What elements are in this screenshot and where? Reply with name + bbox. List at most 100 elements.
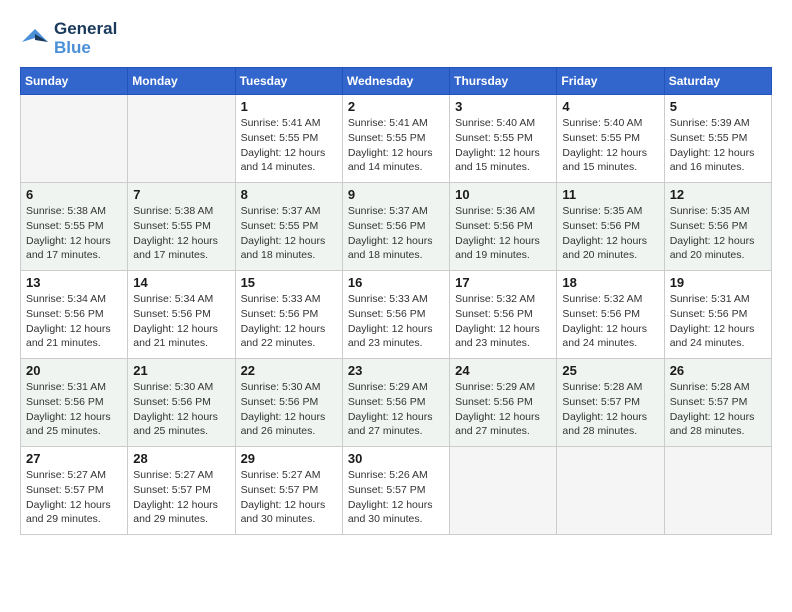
day-info: Sunrise: 5:38 AMSunset: 5:55 PMDaylight:… [26, 204, 122, 263]
day-number: 21 [133, 363, 229, 378]
day-number: 1 [241, 99, 337, 114]
column-header-saturday: Saturday [664, 68, 771, 95]
day-number: 18 [562, 275, 658, 290]
calendar-day-cell: 14Sunrise: 5:34 AMSunset: 5:56 PMDayligh… [128, 271, 235, 359]
calendar-day-cell: 30 Sunrise: 5:26 AMSunset: 5:57 PMDayligh… [342, 447, 449, 535]
logo-icon [20, 24, 50, 54]
day-number: 19 [670, 275, 766, 290]
calendar-week-row: 1 Sunrise: 5:41 AMSunset: 5:55 PMDaylight… [21, 95, 772, 183]
day-number: 29 [241, 451, 337, 466]
day-info: Sunrise: 5:35 AMSunset: 5:56 PMDaylight:… [562, 204, 658, 263]
calendar-day-cell: 23 Sunrise: 5:29 AMSunset: 5:56 PMDayligh… [342, 359, 449, 447]
calendar-day-cell: 10 Sunrise: 5:36 AMSunset: 5:56 PMDayligh… [450, 183, 557, 271]
day-info: Sunrise: 5:29 AMSunset: 5:56 PMDaylight:… [455, 380, 551, 439]
day-number: 22 [241, 363, 337, 378]
day-info: Sunrise: 5:33 AMSunset: 5:56 PMDaylight:… [348, 292, 444, 351]
column-header-friday: Friday [557, 68, 664, 95]
calendar-day-cell: 9 Sunrise: 5:37 AMSunset: 5:56 PMDaylight… [342, 183, 449, 271]
calendar-day-cell: 15 Sunrise: 5:33 AMSunset: 5:56 PMDayligh… [235, 271, 342, 359]
calendar-week-row: 13 Sunrise: 5:34 AMSunset: 5:56 PMDayligh… [21, 271, 772, 359]
day-number: 15 [241, 275, 337, 290]
page-header: General Blue [20, 20, 772, 57]
calendar-day-cell: 16Sunrise: 5:33 AMSunset: 5:56 PMDayligh… [342, 271, 449, 359]
day-number: 11 [562, 187, 658, 202]
calendar-day-cell: 21 Sunrise: 5:30 AMSunset: 5:56 PMDayligh… [128, 359, 235, 447]
day-info: Sunrise: 5:35 AMSunset: 5:56 PMDaylight:… [670, 204, 766, 263]
day-number: 30 [348, 451, 444, 466]
logo: General Blue [20, 20, 117, 57]
day-number: 28 [133, 451, 229, 466]
calendar-day-cell: 4 Sunrise: 5:40 AMSunset: 5:55 PMDaylight… [557, 95, 664, 183]
calendar-day-cell: 22 Sunrise: 5:30 AMSunset: 5:56 PMDayligh… [235, 359, 342, 447]
day-info: Sunrise: 5:40 AMSunset: 5:55 PMDaylight:… [455, 116, 551, 175]
day-info: Sunrise: 5:37 AMSunset: 5:56 PMDaylight:… [348, 204, 444, 263]
column-header-sunday: Sunday [21, 68, 128, 95]
day-info: Sunrise: 5:41 AMSunset: 5:55 PMDaylight:… [348, 116, 444, 175]
calendar-week-row: 20 Sunrise: 5:31 AMSunset: 5:56 PMDayligh… [21, 359, 772, 447]
day-info: Sunrise: 5:27 AMSunset: 5:57 PMDaylight:… [133, 468, 229, 527]
day-info: Sunrise: 5:31 AMSunset: 5:56 PMDaylight:… [670, 292, 766, 351]
day-info: Sunrise: 5:41 AMSunset: 5:55 PMDaylight:… [241, 116, 337, 175]
day-info: Sunrise: 5:34 AMSunset: 5:56 PMDaylight:… [26, 292, 122, 351]
calendar-week-row: 6 Sunrise: 5:38 AMSunset: 5:55 PMDaylight… [21, 183, 772, 271]
day-number: 4 [562, 99, 658, 114]
day-info: Sunrise: 5:38 AMSunset: 5:55 PMDaylight:… [133, 204, 229, 263]
day-number: 5 [670, 99, 766, 114]
day-number: 17 [455, 275, 551, 290]
day-number: 8 [241, 187, 337, 202]
calendar-day-cell [664, 447, 771, 535]
calendar-day-cell: 8 Sunrise: 5:37 AMSunset: 5:55 PMDaylight… [235, 183, 342, 271]
calendar-day-cell [128, 95, 235, 183]
calendar-day-cell: 25 Sunrise: 5:28 AMSunset: 5:57 PMDayligh… [557, 359, 664, 447]
day-info: Sunrise: 5:27 AMSunset: 5:57 PMDaylight:… [241, 468, 337, 527]
day-number: 23 [348, 363, 444, 378]
column-header-tuesday: Tuesday [235, 68, 342, 95]
day-info: Sunrise: 5:37 AMSunset: 5:55 PMDaylight:… [241, 204, 337, 263]
day-info: Sunrise: 5:31 AMSunset: 5:56 PMDaylight:… [26, 380, 122, 439]
day-number: 14 [133, 275, 229, 290]
day-info: Sunrise: 5:36 AMSunset: 5:56 PMDaylight:… [455, 204, 551, 263]
day-info: Sunrise: 5:28 AMSunset: 5:57 PMDaylight:… [670, 380, 766, 439]
calendar-day-cell: 19 Sunrise: 5:31 AMSunset: 5:56 PMDayligh… [664, 271, 771, 359]
day-info: Sunrise: 5:40 AMSunset: 5:55 PMDaylight:… [562, 116, 658, 175]
day-number: 24 [455, 363, 551, 378]
calendar-day-cell [21, 95, 128, 183]
calendar-day-cell [557, 447, 664, 535]
day-info: Sunrise: 5:32 AMSunset: 5:56 PMDaylight:… [455, 292, 551, 351]
calendar-day-cell: 27Sunrise: 5:27 AMSunset: 5:57 PMDayligh… [21, 447, 128, 535]
day-number: 9 [348, 187, 444, 202]
day-number: 3 [455, 99, 551, 114]
calendar-day-cell: 11 Sunrise: 5:35 AMSunset: 5:56 PMDayligh… [557, 183, 664, 271]
column-header-thursday: Thursday [450, 68, 557, 95]
calendar-day-cell: 6 Sunrise: 5:38 AMSunset: 5:55 PMDaylight… [21, 183, 128, 271]
calendar-day-cell: 2Sunrise: 5:41 AMSunset: 5:55 PMDaylight… [342, 95, 449, 183]
day-info: Sunrise: 5:39 AMSunset: 5:55 PMDaylight:… [670, 116, 766, 175]
day-info: Sunrise: 5:28 AMSunset: 5:57 PMDaylight:… [562, 380, 658, 439]
day-number: 20 [26, 363, 122, 378]
calendar-day-cell: 29 Sunrise: 5:27 AMSunset: 5:57 PMDayligh… [235, 447, 342, 535]
calendar-day-cell: 5 Sunrise: 5:39 AMSunset: 5:55 PMDaylight… [664, 95, 771, 183]
day-number: 10 [455, 187, 551, 202]
day-number: 13 [26, 275, 122, 290]
calendar-day-cell: 3 Sunrise: 5:40 AMSunset: 5:55 PMDaylight… [450, 95, 557, 183]
day-info: Sunrise: 5:32 AMSunset: 5:56 PMDaylight:… [562, 292, 658, 351]
day-number: 25 [562, 363, 658, 378]
calendar-week-row: 27 Sunrise: 5:27 AMSunset: 5:57 PMDayligh… [21, 447, 772, 535]
day-info: Sunrise: 5:29 AMSunset: 5:56 PMDaylight:… [348, 380, 444, 439]
calendar-day-cell: 1 Sunrise: 5:41 AMSunset: 5:55 PMDaylight… [235, 95, 342, 183]
day-info: Sunrise: 5:30 AMSunset: 5:56 PMDaylight:… [133, 380, 229, 439]
calendar-day-cell: 20 Sunrise: 5:31 AMSunset: 5:56 PMDayligh… [21, 359, 128, 447]
column-header-monday: Monday [128, 68, 235, 95]
day-number: 7 [133, 187, 229, 202]
day-info: Sunrise: 5:26 AMSunset: 5:57 PMDaylight:… [348, 468, 444, 527]
calendar-day-cell: 13 Sunrise: 5:34 AMSunset: 5:56 PMDayligh… [21, 271, 128, 359]
logo-text: General Blue [54, 20, 117, 57]
day-info: Sunrise: 5:33 AMSunset: 5:56 PMDaylight:… [241, 292, 337, 351]
day-number: 27 [26, 451, 122, 466]
calendar-day-cell [450, 447, 557, 535]
calendar-day-cell: 18 Sunrise: 5:32 AMSunset: 5:56 PMDayligh… [557, 271, 664, 359]
calendar-day-cell: 17 Sunrise: 5:32 AMSunset: 5:56 PMDayligh… [450, 271, 557, 359]
day-info: Sunrise: 5:30 AMSunset: 5:56 PMDaylight:… [241, 380, 337, 439]
day-number: 6 [26, 187, 122, 202]
day-number: 12 [670, 187, 766, 202]
